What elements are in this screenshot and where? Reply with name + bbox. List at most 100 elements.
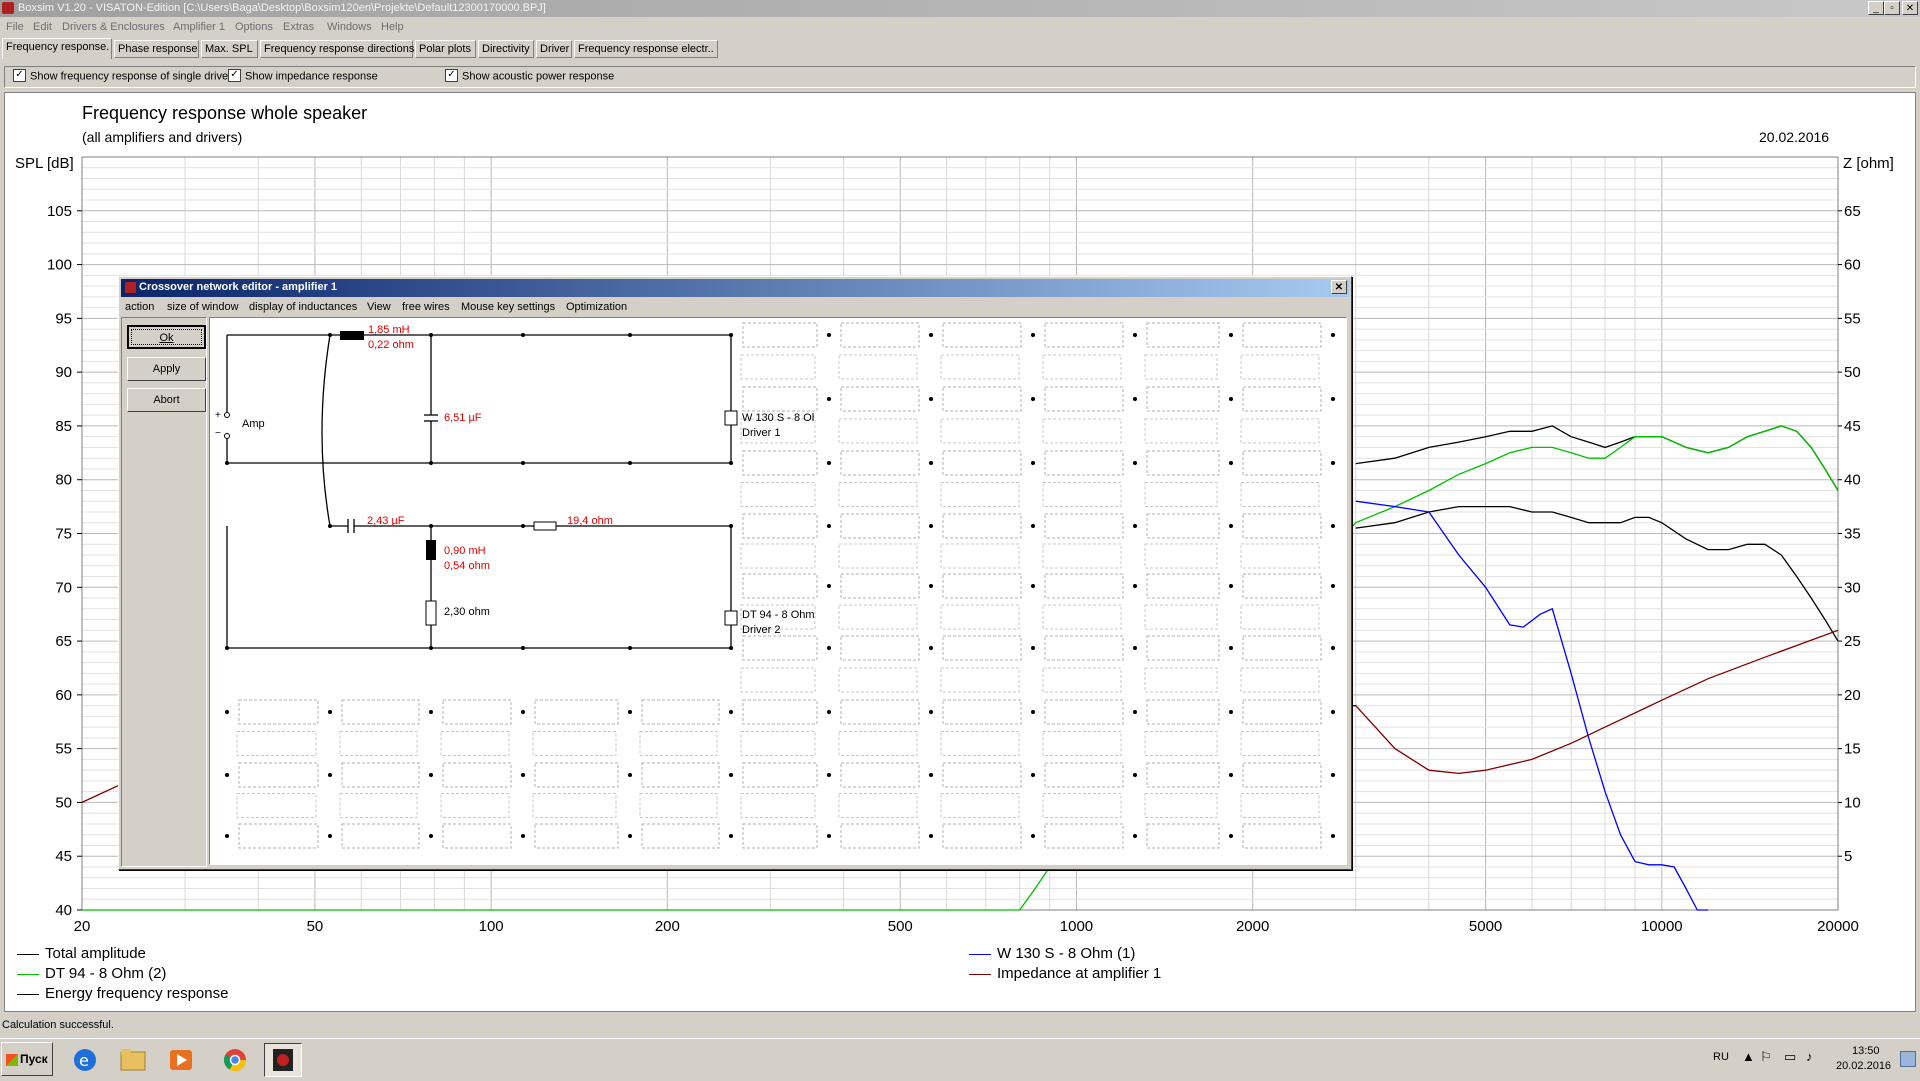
component-slot[interactable] (1144, 354, 1218, 380)
component-slot[interactable] (236, 731, 317, 756)
component-slot[interactable] (1044, 386, 1124, 412)
component-slot[interactable] (1042, 667, 1122, 693)
grid-node[interactable] (929, 524, 933, 528)
grid-node[interactable] (729, 710, 733, 714)
grid-node[interactable] (225, 773, 229, 777)
component-slot[interactable] (1146, 699, 1220, 725)
component-slot[interactable] (942, 573, 1022, 599)
show-acoustic-power-checkbox[interactable]: ✓ Show acoustic power response (445, 69, 614, 84)
component-slot[interactable] (1044, 635, 1124, 661)
component-slot[interactable] (740, 793, 816, 818)
component-slot[interactable] (940, 604, 1020, 630)
chrome-icon[interactable] (216, 1043, 254, 1077)
boxsim-taskbar-icon[interactable] (264, 1043, 302, 1077)
close-button[interactable]: ✕ (1902, 1, 1918, 15)
grid-node[interactable] (929, 646, 933, 650)
component-slot[interactable] (840, 573, 920, 599)
component-slot[interactable] (942, 823, 1022, 849)
clock-date[interactable]: 20.02.2016 (1836, 1060, 1891, 1072)
grid-node[interactable] (1331, 710, 1335, 714)
grid-node[interactable] (628, 834, 632, 838)
grid-node[interactable] (328, 773, 332, 777)
component-slot[interactable] (742, 386, 818, 412)
crossover-canvas[interactable]: Amp + − 1,85 mH 0,22 ohm 6,51 µF W 130 S… (209, 317, 1347, 865)
component-slot[interactable] (1042, 731, 1122, 756)
component-slot[interactable] (1240, 354, 1320, 380)
grid-node[interactable] (827, 710, 831, 714)
grid-node[interactable] (1229, 524, 1233, 528)
component-slot[interactable] (1144, 543, 1218, 569)
component-slot[interactable] (1242, 513, 1322, 539)
component-slot[interactable] (840, 513, 920, 539)
component-slot[interactable] (940, 731, 1020, 756)
grid-node[interactable] (1331, 584, 1335, 588)
tab-directivity[interactable]: Directivity (478, 40, 534, 58)
volume-icon[interactable]: ♪ (1806, 1049, 1813, 1064)
grid-node[interactable] (1031, 834, 1035, 838)
tab-frequency-response-electr[interactable]: Frequency response electr.. (574, 40, 718, 58)
component-slot[interactable] (742, 823, 818, 849)
component-slot[interactable] (1042, 543, 1122, 569)
internet-explorer-icon[interactable]: e (66, 1043, 104, 1077)
grid-node[interactable] (1133, 710, 1137, 714)
tab-frequency-response-directions[interactable]: Frequency response directions (260, 40, 414, 58)
component-slot[interactable] (1144, 418, 1218, 444)
grid-node[interactable] (1133, 461, 1137, 465)
grid-node[interactable] (1229, 710, 1233, 714)
component-slot[interactable] (341, 823, 420, 849)
tab-phase-response[interactable]: Phase response (114, 40, 199, 58)
component-slot[interactable] (1240, 604, 1320, 630)
grid-node[interactable] (1031, 584, 1035, 588)
grid-node[interactable] (328, 834, 332, 838)
grid-node[interactable] (1331, 646, 1335, 650)
clock-time[interactable]: 13:50 (1852, 1045, 1880, 1057)
grid-node[interactable] (827, 773, 831, 777)
grid-node[interactable] (521, 710, 525, 714)
component-slot[interactable] (1044, 762, 1124, 788)
component-slot[interactable] (442, 699, 512, 725)
grid-node[interactable] (929, 333, 933, 337)
component-slot[interactable] (1146, 322, 1220, 348)
grid-node[interactable] (729, 834, 733, 838)
component-slot[interactable] (742, 513, 818, 539)
component-slot[interactable] (1044, 699, 1124, 725)
ok-button[interactable]: Ok (127, 325, 206, 349)
grid-node[interactable] (429, 773, 433, 777)
component-slot[interactable] (940, 793, 1020, 818)
component-slot[interactable] (942, 635, 1022, 661)
grid-node[interactable] (1133, 834, 1137, 838)
grid-node[interactable] (1133, 584, 1137, 588)
component-slot[interactable] (1044, 823, 1124, 849)
component-slot[interactable] (838, 793, 918, 818)
grid-node[interactable] (429, 710, 433, 714)
component-slot[interactable] (1240, 482, 1320, 507)
component-slot[interactable] (339, 731, 418, 756)
component-slot[interactable] (840, 699, 920, 725)
component-slot[interactable] (238, 699, 319, 725)
dialog-menu-view[interactable]: View (367, 301, 391, 313)
grid-node[interactable] (1031, 524, 1035, 528)
dialog-menu-optimization[interactable]: Optimization (566, 301, 627, 313)
show-impedance-checkbox[interactable]: ✓ Show impedance response (228, 69, 378, 84)
component-slot[interactable] (1044, 450, 1124, 476)
grid-node[interactable] (1229, 834, 1233, 838)
grid-node[interactable] (929, 461, 933, 465)
component-slot[interactable] (1146, 635, 1220, 661)
grid-node[interactable] (1331, 524, 1335, 528)
component-slot[interactable] (742, 762, 818, 788)
component-slot[interactable] (942, 386, 1022, 412)
file-explorer-icon[interactable] (114, 1043, 152, 1077)
component-slot[interactable] (238, 762, 319, 788)
component-slot[interactable] (838, 482, 918, 507)
component-slot[interactable] (639, 731, 718, 756)
show-desktop-icon[interactable] (1900, 1051, 1916, 1067)
component-slot[interactable] (838, 418, 918, 444)
component-slot[interactable] (1144, 482, 1218, 507)
component-slot[interactable] (1144, 604, 1218, 630)
grid-node[interactable] (827, 333, 831, 337)
grid-node[interactable] (1133, 524, 1137, 528)
dialog-menu-action[interactable]: action (125, 301, 154, 313)
flag-icon[interactable]: ⚐ (1760, 1049, 1772, 1065)
component-slot[interactable] (1044, 513, 1124, 539)
component-slot[interactable] (1242, 762, 1322, 788)
